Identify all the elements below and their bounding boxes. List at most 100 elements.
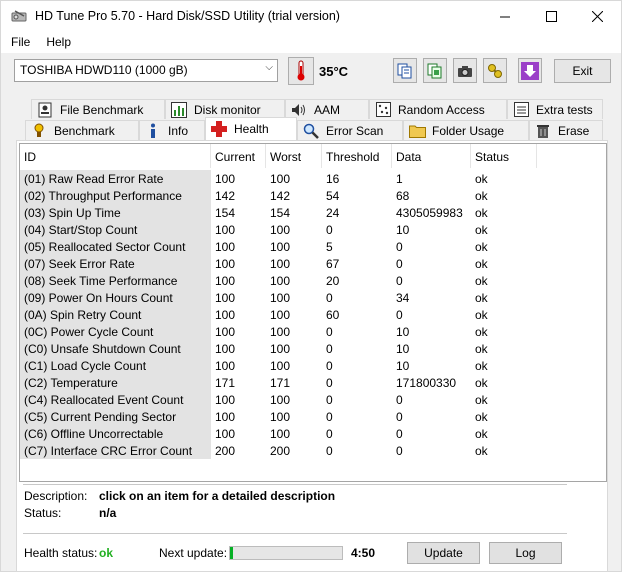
- update-progress-bar: [229, 546, 343, 560]
- table-row[interactable]: (04) Start/Stop Count 100 100 0 10 ok: [20, 221, 606, 238]
- table-row[interactable]: (05) Reallocated Sector Count 100 100 5 0 ok: [20, 238, 606, 255]
- tab-erase[interactable]: Erase: [529, 120, 603, 140]
- header-id[interactable]: ID: [20, 144, 211, 168]
- tab-benchmark[interactable]: Benchmark: [25, 120, 139, 140]
- screenshot-button[interactable]: [453, 58, 477, 83]
- table-row[interactable]: (C6) Offline Uncorrectable 100 100 0 0 ok: [20, 425, 606, 442]
- cell-worst: 100: [270, 325, 291, 339]
- cell-data: 0: [396, 427, 403, 441]
- title-bar: HD Tune Pro 5.70 - Hard Disk/SSD Utility…: [1, 1, 621, 31]
- table-row[interactable]: (C5) Current Pending Sector 100 100 0 0 ok: [20, 408, 606, 425]
- cell-status: ok: [475, 410, 488, 424]
- description-label: Description:: [24, 489, 88, 503]
- menu-file[interactable]: File: [5, 35, 36, 49]
- tab-error-scan[interactable]: Error Scan: [297, 120, 403, 140]
- cell-current: 100: [215, 427, 236, 441]
- cell-threshold: 0: [326, 223, 333, 237]
- table-row[interactable]: (03) Spin Up Time 154 154 24 4305059983 ok: [20, 204, 606, 221]
- thermometer-button[interactable]: [288, 57, 314, 85]
- tab-label: Benchmark: [54, 123, 115, 138]
- cell-status: ok: [475, 240, 488, 254]
- cell-status: ok: [475, 257, 488, 271]
- minimize-button[interactable]: [482, 1, 528, 31]
- cell-threshold: 0: [326, 291, 333, 305]
- cell-threshold: 54: [326, 189, 340, 203]
- cell-data: 0: [396, 393, 403, 407]
- cell-worst: 100: [270, 172, 291, 186]
- table-row[interactable]: (0C) Power Cycle Count 100 100 0 10 ok: [20, 323, 606, 340]
- tab-extra-tests[interactable]: Extra tests: [507, 99, 603, 119]
- benchmark-icon: [30, 123, 48, 139]
- cell-status: ok: [475, 444, 488, 458]
- save-download-button[interactable]: [518, 58, 542, 83]
- cell-threshold: 0: [326, 410, 333, 424]
- cell-id: (02) Throughput Performance: [20, 187, 211, 204]
- cell-threshold: 0: [326, 325, 333, 339]
- header-threshold[interactable]: Threshold: [322, 144, 392, 168]
- header-worst[interactable]: Worst: [266, 144, 322, 168]
- cell-worst: 100: [270, 393, 291, 407]
- log-button[interactable]: Log: [489, 542, 562, 564]
- drive-select[interactable]: TOSHIBA HDWD110 (1000 gB) ⌵: [14, 59, 278, 82]
- cell-worst: 200: [270, 444, 291, 458]
- divider: [23, 484, 567, 485]
- cell-current: 100: [215, 223, 236, 237]
- cell-data: 34: [396, 291, 410, 305]
- table-row[interactable]: (09) Power On Hours Count 100 100 0 34 ok: [20, 289, 606, 306]
- update-button[interactable]: Update: [407, 542, 480, 564]
- cell-status: ok: [475, 206, 488, 220]
- cell-id: (C4) Reallocated Event Count: [20, 391, 211, 408]
- table-header: ID Current Worst Threshold Data Status: [20, 144, 606, 168]
- table-row[interactable]: (0A) Spin Retry Count 100 100 60 0 ok: [20, 306, 606, 323]
- cell-worst: 100: [270, 410, 291, 424]
- smart-table[interactable]: ID Current Worst Threshold Data Status (…: [19, 143, 607, 482]
- header-status[interactable]: Status: [471, 144, 537, 168]
- tab-disk-monitor[interactable]: Disk monitor: [165, 99, 285, 119]
- tab-folder-usage[interactable]: Folder Usage: [403, 120, 529, 140]
- cell-id: (09) Power On Hours Count: [20, 289, 211, 306]
- cell-threshold: 0: [326, 393, 333, 407]
- table-row[interactable]: (C2) Temperature 171 171 0 171800330 ok: [20, 374, 606, 391]
- cell-id: (03) Spin Up Time: [20, 204, 211, 221]
- toolbar: TOSHIBA HDWD110 (1000 gB) ⌵ 35°C Exit: [1, 53, 621, 93]
- table-row[interactable]: (07) Seek Error Rate 100 100 67 0 ok: [20, 255, 606, 272]
- table-row[interactable]: (C0) Unsafe Shutdown Count 100 100 0 10 ok: [20, 340, 606, 357]
- tab-label: AAM: [314, 102, 341, 117]
- tab-health[interactable]: Health: [205, 117, 297, 140]
- table-row[interactable]: (C4) Reallocated Event Count 100 100 0 0 ok: [20, 391, 606, 408]
- next-update-label: Next update:: [159, 546, 228, 560]
- tab-info[interactable]: Info: [139, 120, 205, 140]
- cell-current: 100: [215, 240, 236, 254]
- menu-help[interactable]: Help: [40, 35, 77, 49]
- table-row[interactable]: (C7) Interface CRC Error Count 200 200 0 0 ok: [20, 442, 606, 459]
- status-label: Status:: [24, 506, 62, 520]
- cell-threshold: 0: [326, 376, 333, 390]
- tab-random-access[interactable]: Random Access: [369, 99, 507, 119]
- header-current[interactable]: Current: [211, 144, 266, 168]
- copy-text-button[interactable]: [393, 58, 417, 83]
- table-row[interactable]: (C1) Load Cycle Count 100 100 0 10 ok: [20, 357, 606, 374]
- table-row[interactable]: (08) Seek Time Performance 100 100 20 0 ok: [20, 272, 606, 289]
- table-row[interactable]: (01) Raw Read Error Rate 100 100 16 1 ok: [20, 170, 606, 187]
- maximize-button[interactable]: [528, 1, 574, 31]
- tab-file-benchmark[interactable]: File Benchmark: [31, 99, 165, 119]
- cell-current: 100: [215, 308, 236, 322]
- copy-screenshot-button[interactable]: [423, 58, 447, 83]
- cell-current: 171: [215, 376, 236, 390]
- header-data[interactable]: Data: [392, 144, 471, 168]
- magnifier-icon: [302, 123, 320, 139]
- cell-current: 100: [215, 172, 236, 186]
- tab-label: Extra tests: [536, 102, 593, 117]
- cell-id: (0A) Spin Retry Count: [20, 306, 211, 323]
- exit-button[interactable]: Exit: [554, 59, 611, 83]
- close-button[interactable]: [574, 1, 620, 31]
- drive-select-value: TOSHIBA HDWD110 (1000 gB): [20, 63, 188, 77]
- cell-id: (C2) Temperature: [20, 374, 211, 391]
- table-row[interactable]: (02) Throughput Performance 142 142 54 68 ok: [20, 187, 606, 204]
- minimize-icon: [499, 16, 510, 17]
- close-icon: [591, 10, 603, 22]
- cell-worst: 142: [270, 189, 291, 203]
- options-button[interactable]: [483, 58, 507, 83]
- cell-id: (05) Reallocated Sector Count: [20, 238, 211, 255]
- tab-aam[interactable]: AAM: [285, 99, 369, 119]
